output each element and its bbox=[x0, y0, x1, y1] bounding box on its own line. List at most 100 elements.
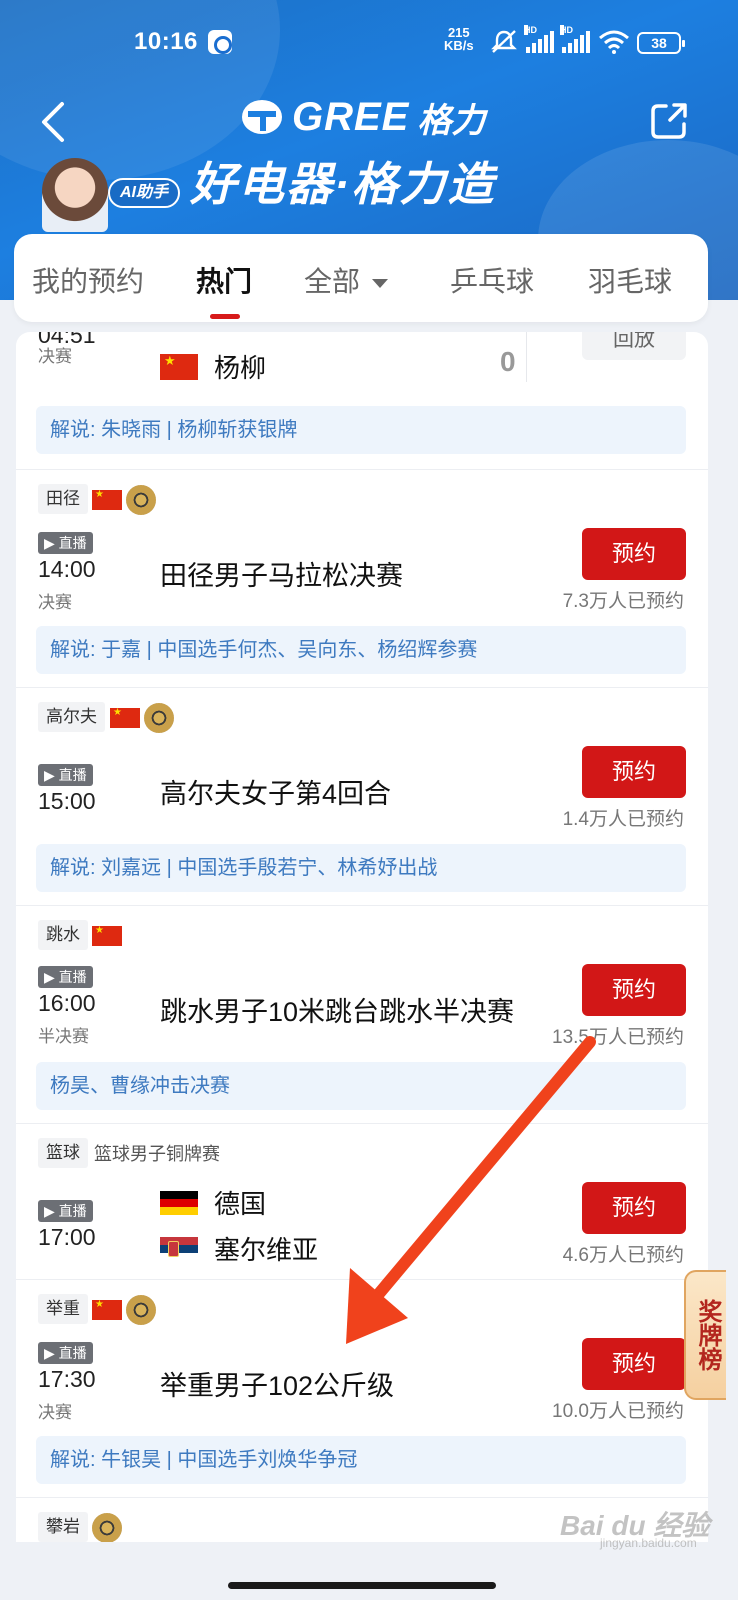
sport-tag: 跳水 bbox=[38, 920, 88, 950]
event-time: 16:00 bbox=[38, 990, 96, 1016]
medal-table-button[interactable]: 奖牌榜 bbox=[684, 1270, 726, 1400]
commentary-bar[interactable]: 解说: 刘嘉远 | 中国选手殷若宁、林希妤出战 bbox=[36, 844, 686, 892]
sport-tag: 举重 bbox=[38, 1294, 88, 1324]
athlete-name: 杨柳 bbox=[214, 353, 267, 383]
reserve-button[interactable]: 预约 bbox=[582, 528, 686, 580]
event-stage: 决赛 bbox=[38, 1403, 72, 1422]
event-time: 17:00 bbox=[38, 1224, 96, 1250]
live-label: 直播 bbox=[58, 767, 87, 783]
tab-active-indicator bbox=[210, 314, 240, 319]
replay-button[interactable]: 回放 bbox=[582, 332, 686, 360]
team-name: 塞尔维亚 bbox=[214, 1235, 319, 1265]
signal-icon-2: HD bbox=[560, 25, 590, 53]
sport-tag: 高尔夫 bbox=[38, 702, 105, 732]
event-title: 高尔夫女子第4回合 bbox=[160, 779, 392, 809]
event-card[interactable]: 篮球 篮球男子铜牌赛 ▶ 直播 17:00 德国 塞尔维亚 预约 4.6万人已预… bbox=[16, 1124, 708, 1280]
back-button[interactable] bbox=[36, 100, 76, 144]
event-card[interactable]: 举重 ▶ 直播 17:30 决赛 举重男子102公斤级 预约 10.0万人已预约… bbox=[16, 1280, 708, 1498]
mute-icon bbox=[491, 30, 517, 53]
team-row: 德国 bbox=[160, 1184, 266, 1221]
app-notification-icon bbox=[208, 30, 232, 54]
tab-my-reservations[interactable]: 我的预约 bbox=[32, 260, 144, 300]
back-icon bbox=[42, 102, 64, 142]
china-flag-icon bbox=[110, 707, 140, 728]
slogan: 好电器·格力造 bbox=[190, 158, 496, 210]
score-divider bbox=[526, 332, 527, 382]
live-label: 直播 bbox=[58, 1345, 87, 1361]
china-flag-icon bbox=[92, 1299, 122, 1320]
tab-all[interactable]: 全部 bbox=[304, 260, 389, 300]
germany-flag-icon bbox=[160, 1190, 198, 1215]
brand-name-cn: 格力 bbox=[417, 101, 486, 140]
live-label: 直播 bbox=[58, 969, 87, 985]
event-title: 举重男子102公斤级 bbox=[160, 1371, 395, 1401]
event-list: 04:51 决赛 杨柳 0 回放 解说: 朱晓雨 | 杨柳斩获银牌 田径 ▶ 直… bbox=[16, 332, 708, 1542]
event-stage: 决赛 bbox=[38, 347, 72, 366]
event-title: 田径男子马拉松决赛 bbox=[160, 561, 403, 591]
live-tag: ▶ 直播 bbox=[38, 532, 93, 554]
wifi-icon bbox=[599, 30, 629, 54]
medal-icon bbox=[144, 703, 174, 733]
serbia-flag-icon bbox=[160, 1236, 198, 1261]
commentary-bar[interactable]: 解说: 牛银昊 | 中国选手刘焕华争冠 bbox=[36, 1436, 686, 1484]
reservation-count: 7.3万人已预约 bbox=[562, 591, 684, 612]
event-card[interactable]: 跳水 ▶ 直播 16:00 半决赛 跳水男子10米跳台跳水半决赛 预约 13.5… bbox=[16, 906, 708, 1124]
signal-hd-label-2: HD bbox=[560, 25, 573, 35]
ai-assistant-avatar[interactable] bbox=[42, 158, 108, 232]
tab-table-tennis[interactable]: 乒乓球 bbox=[450, 260, 534, 300]
commentary-bar[interactable]: 解说: 于嘉 | 中国选手何杰、吴向东、杨绍辉参赛 bbox=[36, 626, 686, 674]
watermark-url: jingyan.baidu.com bbox=[600, 1536, 697, 1550]
tab-all-label: 全部 bbox=[304, 266, 361, 297]
reserve-button[interactable]: 预约 bbox=[582, 964, 686, 1016]
brand-logo: GREE 格力 bbox=[240, 92, 485, 142]
play-icon: ▶ bbox=[44, 1345, 55, 1361]
event-stage: 半决赛 bbox=[38, 1027, 89, 1046]
live-label: 直播 bbox=[58, 1203, 87, 1219]
event-time: 15:00 bbox=[38, 788, 96, 814]
athlete-score: 0 bbox=[500, 346, 516, 377]
share-icon bbox=[651, 103, 687, 139]
china-flag-icon bbox=[92, 489, 122, 510]
play-icon: ▶ bbox=[44, 1203, 55, 1219]
reserve-button[interactable]: 预约 bbox=[582, 746, 686, 798]
event-card-finished[interactable]: 04:51 决赛 杨柳 0 回放 解说: 朱晓雨 | 杨柳斩获银牌 bbox=[16, 332, 708, 470]
medal-icon bbox=[126, 485, 156, 515]
share-button[interactable] bbox=[648, 100, 690, 142]
reservation-count: 4.6万人已预约 bbox=[562, 1245, 684, 1266]
category-tabs: 我的预约 热门 全部 乒乓球 羽毛球 bbox=[14, 234, 708, 322]
event-title: 跳水男子10米跳台跳水半决赛 bbox=[160, 997, 515, 1027]
event-stage: 决赛 bbox=[38, 593, 72, 612]
commentary-bar[interactable]: 解说: 朱晓雨 | 杨柳斩获银牌 bbox=[36, 406, 686, 454]
medal-icon bbox=[92, 1513, 122, 1542]
home-indicator[interactable] bbox=[228, 1582, 496, 1589]
event-subtitle: 篮球男子铜牌赛 bbox=[94, 1144, 220, 1164]
athlete-row: 杨柳 bbox=[160, 348, 266, 385]
live-tag: ▶ 直播 bbox=[38, 1200, 93, 1222]
team-name: 德国 bbox=[214, 1189, 267, 1219]
signal-hd-label: HD bbox=[524, 25, 537, 35]
play-icon: ▶ bbox=[44, 535, 55, 551]
reservation-count: 13.5万人已预约 bbox=[552, 1027, 684, 1048]
tab-hot[interactable]: 热门 bbox=[196, 260, 252, 300]
live-tag: ▶ 直播 bbox=[38, 764, 93, 786]
battery-indicator: 38 bbox=[637, 32, 685, 54]
event-card[interactable]: 田径 ▶ 直播 14:00 决赛 田径男子马拉松决赛 预约 7.3万人已预约 解… bbox=[16, 470, 708, 688]
status-time: 10:16 bbox=[134, 28, 198, 55]
play-icon: ▶ bbox=[44, 969, 55, 985]
china-flag-icon bbox=[160, 353, 198, 380]
brand-name: GREE bbox=[292, 94, 410, 139]
reserve-button[interactable]: 预约 bbox=[582, 1338, 686, 1390]
ai-assistant-badge[interactable]: AI助手 bbox=[108, 178, 181, 208]
caret-down-icon bbox=[372, 279, 389, 289]
event-time: 17:30 bbox=[38, 1366, 96, 1392]
reservation-count: 10.0万人已预约 bbox=[552, 1401, 684, 1422]
tab-badminton[interactable]: 羽毛球 bbox=[588, 260, 672, 300]
event-card[interactable]: 高尔夫 ▶ 直播 15:00 高尔夫女子第4回合 预约 1.4万人已预约 解说:… bbox=[16, 688, 708, 906]
live-label: 直播 bbox=[58, 535, 87, 551]
live-tag: ▶ 直播 bbox=[38, 966, 93, 988]
status-icons: HD HD bbox=[490, 25, 630, 56]
sport-tag: 田径 bbox=[38, 484, 88, 514]
reserve-button[interactable]: 预约 bbox=[582, 1182, 686, 1234]
gree-logo-icon bbox=[242, 100, 282, 134]
commentary-bar[interactable]: 杨昊、曹缘冲击决赛 bbox=[36, 1062, 686, 1110]
